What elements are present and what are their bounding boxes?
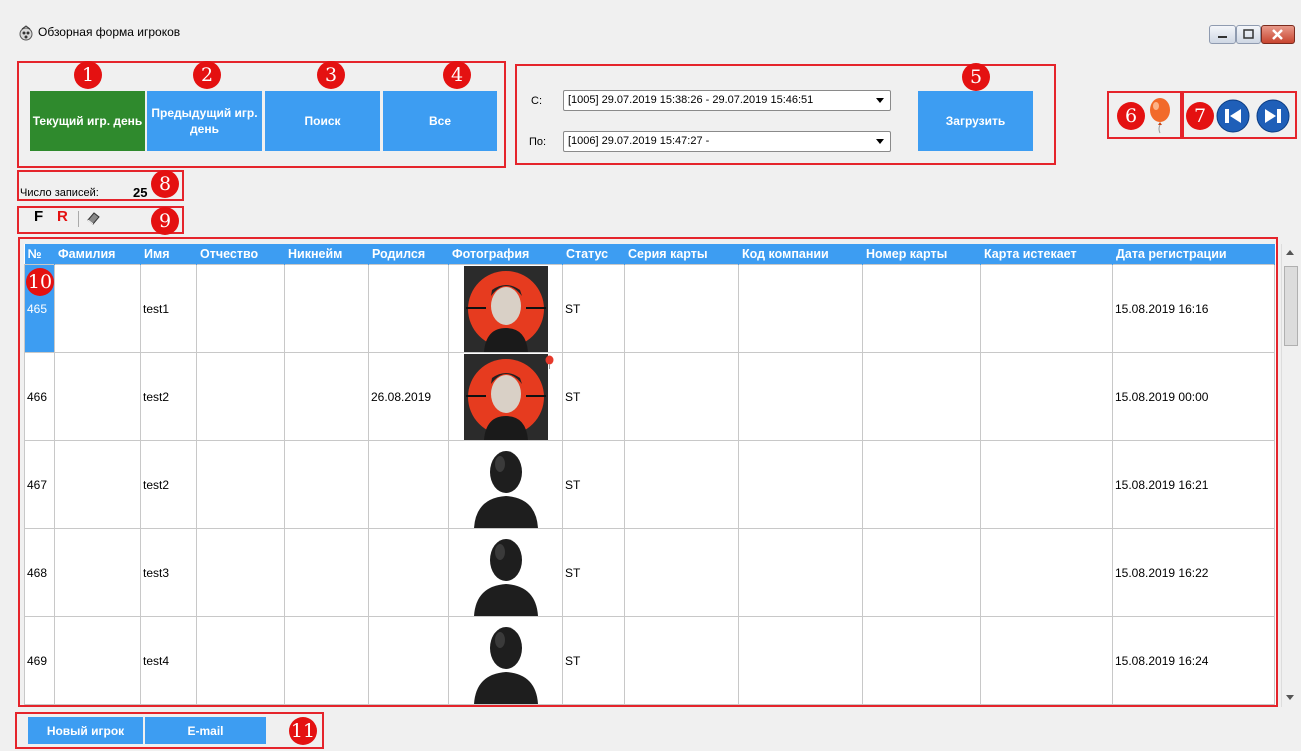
chevron-down-icon — [876, 98, 884, 103]
badge-7: 7 — [1186, 102, 1214, 130]
load-button[interactable]: Загрузить — [918, 91, 1033, 151]
filter-f-button[interactable]: F — [34, 208, 43, 225]
badge-3: 3 — [317, 61, 345, 89]
minimize-button[interactable] — [1209, 25, 1236, 44]
toolbar-divider — [78, 211, 79, 227]
to-select-value: [1006] 29.07.2019 15:47:27 - — [568, 135, 710, 147]
app-icon — [18, 25, 34, 41]
next-record-button[interactable] — [1256, 99, 1290, 136]
scroll-up-arrow-icon[interactable] — [1286, 250, 1294, 255]
search-button[interactable]: Поиск — [265, 91, 380, 151]
to-select[interactable]: [1006] 29.07.2019 15:47:27 - — [563, 131, 891, 152]
skip-previous-icon — [1216, 99, 1250, 133]
window-title: Обзорная форма игроков — [38, 25, 181, 39]
close-icon — [1272, 29, 1283, 40]
badge-1: 1 — [74, 61, 102, 89]
from-label: С: — [531, 95, 542, 107]
badge-4: 4 — [443, 61, 471, 89]
new-player-button[interactable]: Новый игрок — [28, 717, 143, 744]
from-select-value: [1005] 29.07.2019 15:38:26 - 29.07.2019 … — [568, 94, 814, 106]
close-button[interactable] — [1261, 25, 1295, 44]
previous-day-button[interactable]: Предыдущий игр. день — [147, 91, 262, 151]
badge-8: 8 — [151, 170, 179, 198]
skip-next-icon — [1256, 99, 1290, 133]
chevron-down-icon — [876, 139, 884, 144]
previous-record-button[interactable] — [1216, 99, 1250, 136]
grid-scrollbar[interactable] — [1281, 244, 1298, 707]
record-count-label: Число записей: — [20, 187, 99, 199]
badge-2: 2 — [193, 61, 221, 89]
badge-6: 6 — [1117, 102, 1145, 130]
grid-frame — [18, 237, 1278, 707]
to-label: По: — [529, 136, 547, 148]
badge-5: 5 — [962, 63, 990, 91]
all-button[interactable]: Все — [383, 91, 497, 151]
minimize-icon — [1218, 36, 1227, 38]
email-button[interactable]: E-mail — [145, 717, 266, 744]
filter-r-button[interactable]: R — [57, 208, 68, 225]
badge-11: 11 — [289, 717, 317, 745]
record-count-value: 25 — [133, 185, 148, 200]
maximize-button[interactable] — [1236, 25, 1261, 44]
from-select[interactable]: [1005] 29.07.2019 15:38:26 - 29.07.2019 … — [563, 90, 891, 111]
scroll-down-arrow-icon[interactable] — [1286, 695, 1294, 700]
scroll-thumb[interactable] — [1284, 266, 1298, 346]
title-bar — [8, 18, 1301, 50]
eraser-icon[interactable] — [85, 210, 101, 229]
badge-9: 9 — [151, 207, 179, 235]
current-day-button[interactable]: Текущий игр. день — [30, 91, 145, 151]
balloon-marker-icon[interactable] — [1148, 97, 1172, 138]
maximize-icon — [1243, 29, 1254, 39]
